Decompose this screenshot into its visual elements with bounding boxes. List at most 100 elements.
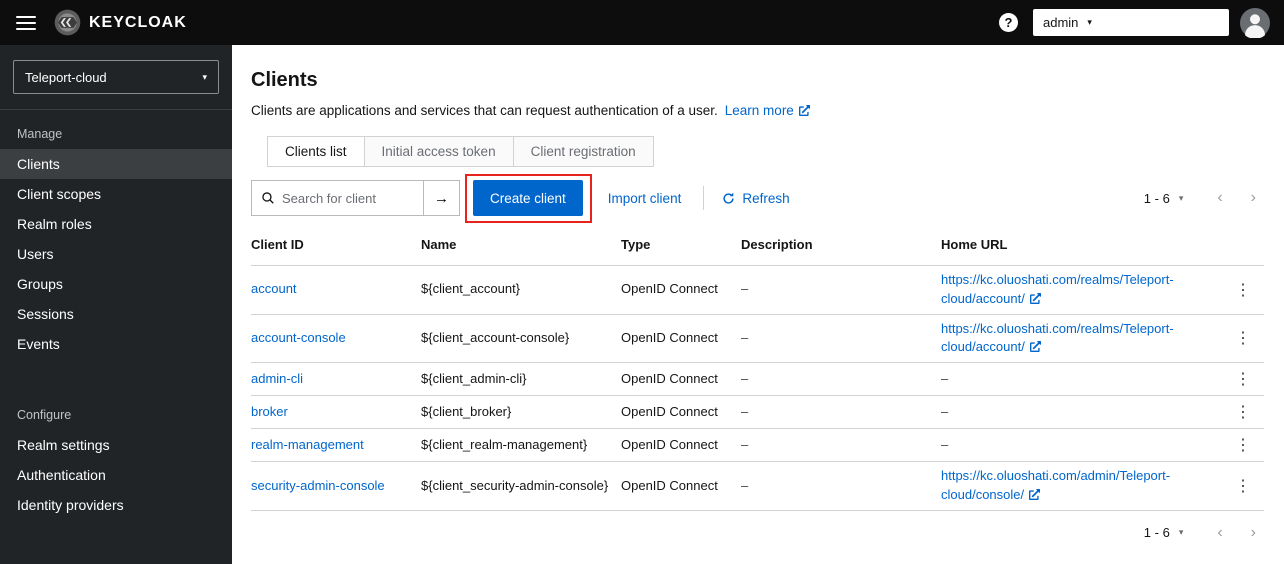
search-submit-button[interactable]: →	[423, 180, 460, 216]
user-menu-dropdown[interactable]: admin ▾	[1033, 9, 1229, 36]
pagination-menu-toggle[interactable]: 1 - 6 ▾	[1144, 191, 1184, 206]
client-name-cell: ${client_admin-cli}	[421, 362, 621, 396]
client-type-cell: OpenID Connect	[621, 428, 741, 462]
toolbar-divider	[703, 186, 705, 210]
client-id-link[interactable]: account-console	[251, 330, 346, 345]
topbar: KEYCLOAK ? admin ▾	[0, 0, 1284, 45]
realm-selector[interactable]: Teleport-cloud ▾	[13, 60, 219, 94]
row-actions-kebab-button[interactable]: ⋮	[1228, 434, 1258, 456]
home-url-link[interactable]: https://kc.oluoshati.com/realms/Teleport…	[941, 321, 1174, 355]
client-description-cell: –	[741, 428, 941, 462]
chevron-down-icon: ▾	[1178, 527, 1184, 538]
nav-toggle-icon[interactable]	[16, 15, 36, 30]
chevron-down-icon: ▾	[1178, 192, 1184, 203]
import-client-button[interactable]: Import client	[608, 191, 682, 206]
page-subtitle-text: Clients are applications and services th…	[251, 103, 718, 118]
external-link-icon	[1025, 291, 1041, 306]
toolbar: → Create client Import client Refresh 1 …	[251, 174, 1264, 223]
sidebar-nav: Manage Clients Client scopes Realm roles…	[0, 110, 232, 520]
nav-section-configure: Configure	[17, 408, 72, 422]
table-row: admin-cli ${client_admin-cli} OpenID Con…	[251, 362, 1264, 396]
home-url-cell: –	[941, 362, 1228, 396]
tab-client-registration[interactable]: Client registration	[513, 137, 653, 166]
pagination-menu-toggle[interactable]: 1 - 6 ▾	[1144, 525, 1184, 540]
sidebar-item-sessions[interactable]: Sessions	[0, 299, 232, 329]
clients-table: Client ID Name Type Description Home URL…	[251, 232, 1264, 511]
client-description-cell: –	[741, 313, 941, 363]
refresh-button[interactable]: Refresh	[722, 191, 790, 206]
toolbar-pagination: 1 - 6 ▾ ‹ ›	[1144, 190, 1264, 206]
client-type-cell: OpenID Connect	[621, 362, 741, 396]
learn-more-link[interactable]: Learn more	[725, 103, 810, 118]
col-header-home-url: Home URL	[941, 237, 1008, 252]
home-url-cell: –	[941, 428, 1228, 462]
home-url-cell: –	[941, 395, 1228, 429]
col-header-description: Description	[741, 237, 813, 252]
main-content: Clients Clients are applications and ser…	[232, 45, 1284, 564]
pagination-prev-button[interactable]: ‹	[1217, 524, 1222, 541]
external-link-icon	[794, 103, 810, 118]
avatar[interactable]	[1240, 7, 1270, 39]
create-client-wrap: Create client	[465, 174, 592, 223]
client-id-link[interactable]: realm-management	[251, 437, 364, 452]
bottom-pagination: 1 - 6 ▾ ‹ ›	[251, 524, 1264, 541]
row-actions-kebab-button[interactable]: ⋮	[1228, 327, 1258, 349]
sidebar: Teleport-cloud ▾ Manage Clients Client s…	[0, 45, 232, 564]
client-name-cell: ${client_account}	[421, 264, 621, 315]
row-actions-kebab-button[interactable]: ⋮	[1228, 368, 1258, 390]
search-icon	[261, 191, 275, 205]
client-id-link[interactable]: broker	[251, 404, 288, 419]
sidebar-item-users[interactable]: Users	[0, 239, 232, 269]
table-row: account-console ${client_account-console…	[251, 313, 1264, 363]
search-input[interactable]	[282, 190, 406, 206]
row-actions-kebab-button[interactable]: ⋮	[1228, 279, 1258, 301]
refresh-icon	[722, 192, 735, 205]
brand-text: KEYCLOAK	[89, 13, 187, 31]
user-menu-label: admin	[1043, 15, 1079, 30]
pagination-range-label: 1 - 6	[1143, 525, 1170, 541]
sidebar-item-groups[interactable]: Groups	[0, 269, 232, 299]
help-icon[interactable]: ?	[999, 13, 1018, 32]
table-row: realm-management ${client_realm-manageme…	[251, 428, 1264, 462]
client-type-cell: OpenID Connect	[621, 313, 741, 363]
row-actions-kebab-button[interactable]: ⋮	[1228, 401, 1258, 423]
pagination-next-button[interactable]: ›	[1251, 524, 1256, 541]
pagination-prev-button[interactable]: ‹	[1217, 190, 1222, 206]
sidebar-item-identity-providers[interactable]: Identity providers	[0, 490, 232, 520]
client-id-link[interactable]: security-admin-console	[251, 478, 385, 493]
sidebar-item-authentication[interactable]: Authentication	[0, 460, 232, 490]
col-header-name: Name	[421, 237, 457, 252]
client-description-cell: –	[741, 264, 941, 315]
realm-selector-label: Teleport-cloud	[25, 69, 107, 85]
create-client-button[interactable]: Create client	[473, 180, 583, 216]
chevron-down-icon: ▾	[1087, 17, 1092, 27]
table-row: security-admin-console ${client_security…	[251, 461, 1264, 511]
sidebar-item-realm-roles[interactable]: Realm roles	[0, 209, 232, 239]
table-row: broker ${client_broker} OpenID Connect –…	[251, 395, 1264, 429]
tab-initial-access-token[interactable]: Initial access token	[364, 137, 514, 166]
sidebar-item-realm-settings[interactable]: Realm settings	[0, 430, 232, 460]
client-name-cell: ${client_broker}	[421, 395, 621, 429]
nav-section-manage: Manage	[17, 127, 63, 141]
col-header-actions	[1228, 232, 1264, 265]
sidebar-item-events[interactable]: Events	[0, 329, 232, 359]
pagination-next-button[interactable]: ›	[1251, 190, 1256, 206]
client-description-cell: –	[741, 461, 941, 511]
tab-clients-list[interactable]: Clients list	[268, 137, 365, 166]
client-description-cell: –	[741, 395, 941, 429]
client-type-cell: OpenID Connect	[621, 264, 741, 315]
sidebar-item-clients[interactable]: Clients	[0, 149, 232, 179]
keycloak-logo[interactable]: KEYCLOAK	[54, 9, 187, 36]
sidebar-item-client-scopes[interactable]: Client scopes	[0, 179, 232, 209]
home-url-link[interactable]: https://kc.oluoshati.com/admin/Teleport-…	[941, 468, 1170, 502]
home-url-cell: https://kc.oluoshati.com/admin/Teleport-…	[941, 461, 1228, 511]
client-type-cell: OpenID Connect	[621, 461, 741, 511]
client-id-link[interactable]: account	[251, 281, 297, 296]
client-id-link[interactable]: admin-cli	[251, 371, 303, 386]
page-title: Clients	[251, 69, 318, 91]
client-name-cell: ${client_account-console}	[421, 313, 621, 363]
external-link-icon	[1025, 339, 1041, 354]
home-url-link[interactable]: https://kc.oluoshati.com/realms/Teleport…	[941, 272, 1174, 306]
row-actions-kebab-button[interactable]: ⋮	[1228, 475, 1258, 497]
search-box	[251, 180, 423, 216]
